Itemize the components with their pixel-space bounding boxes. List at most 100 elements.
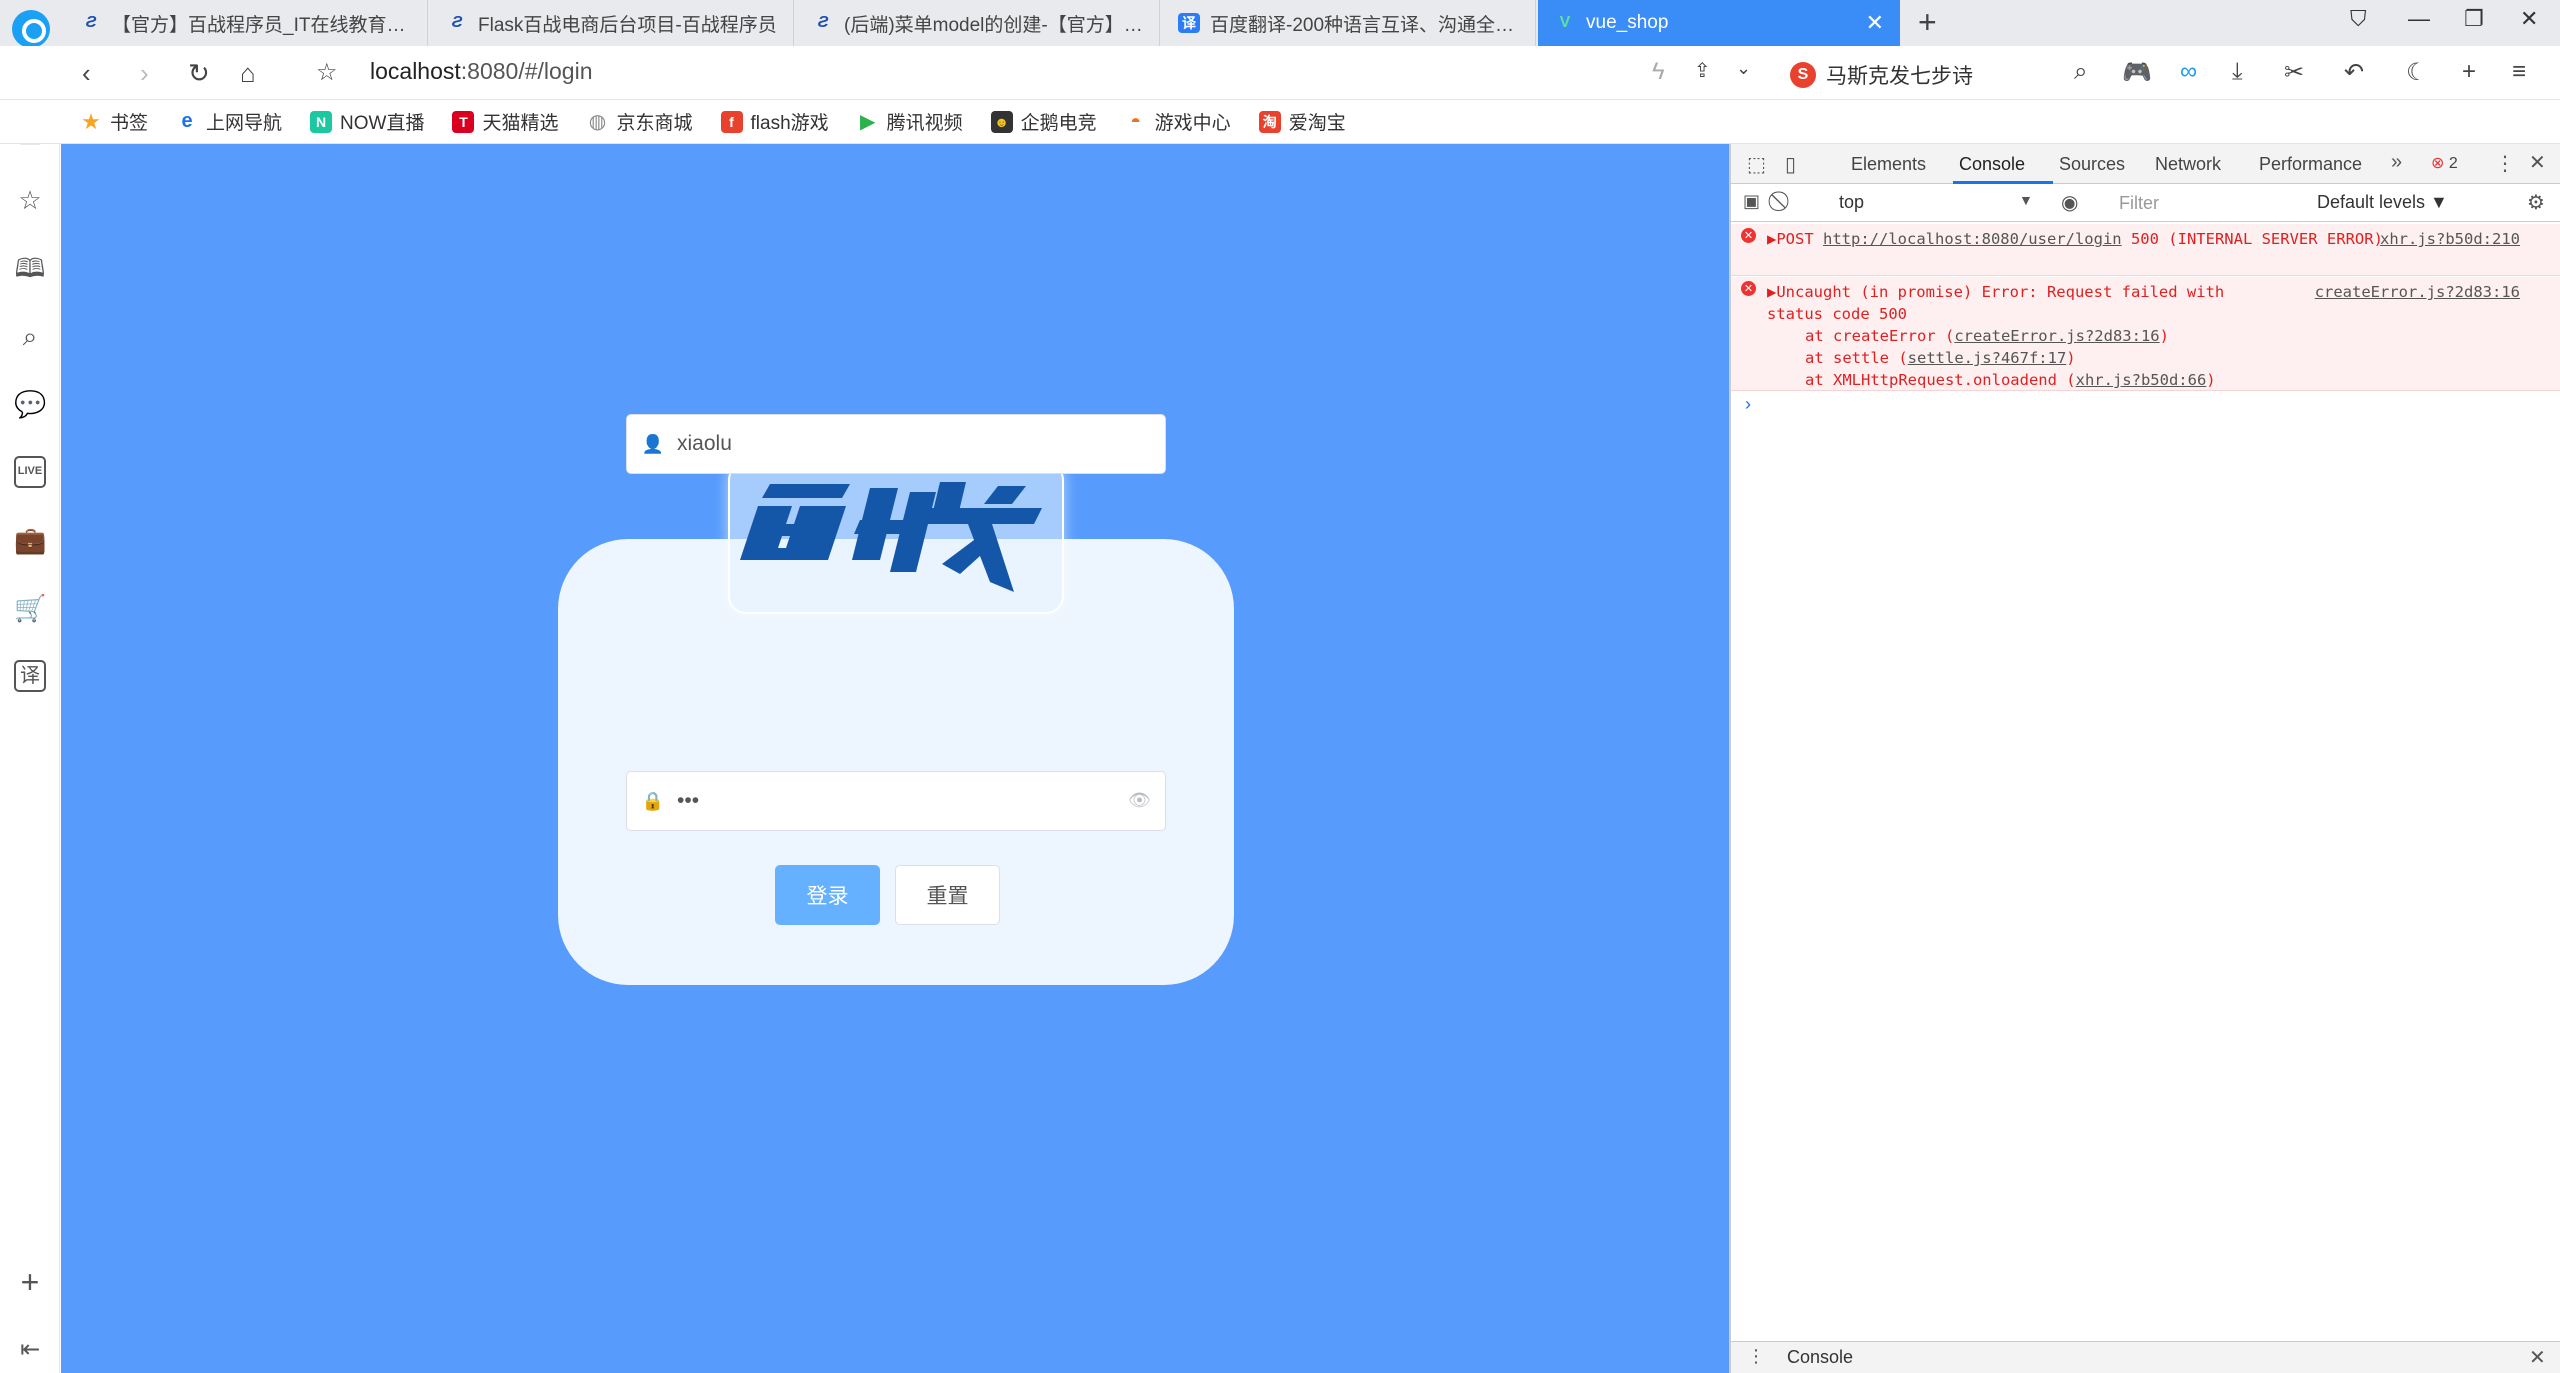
console-settings-gear-icon[interactable]: ⚙ <box>2527 190 2545 215</box>
bookmark-item[interactable]: ▶ 腾讯视频 <box>857 108 963 135</box>
bookmark-label: 天猫精选 <box>482 113 559 134</box>
bookmark-item[interactable]: N NOW直播 <box>310 108 424 135</box>
close-window-icon[interactable]: ✕ <box>2520 6 2538 32</box>
sidebar-toggle-icon[interactable]: ▣ <box>1743 191 1760 212</box>
request-url-link[interactable]: http://localhost:8080/user/login <box>1823 230 2122 248</box>
devtools-tab-console[interactable]: Console <box>1959 154 2025 175</box>
browser-tab[interactable]: Ƨ (后端)菜单model的创建-【官方】百战程序员 <box>796 0 1160 46</box>
bookmark-item[interactable]: ☻ 企鹅电竞 <box>990 108 1097 135</box>
new-tab-button[interactable]: + <box>1918 4 1937 41</box>
browser-tab-active[interactable]: V vue_shop ✕ <box>1538 0 1900 46</box>
show-password-eye-icon[interactable]: 👁 <box>1128 790 1151 811</box>
menu-icon[interactable]: ≡ <box>2512 58 2526 86</box>
translate-icon[interactable]: 译 <box>14 660 46 692</box>
briefcase-icon[interactable]: 💼 <box>14 524 46 556</box>
live-expression-eye-icon[interactable]: ◉ <box>2061 190 2078 215</box>
download-icon[interactable]: ⤓ <box>2232 58 2243 86</box>
bookmark-item[interactable]: ★ 书签 <box>80 108 148 135</box>
browser-logo-icon[interactable] <box>12 10 50 48</box>
error-count-badge[interactable]: ⊗ 2 <box>2431 153 2458 173</box>
devtools-tab-elements[interactable]: Elements <box>1851 154 1926 175</box>
bookmark-label: 上网导航 <box>206 113 283 134</box>
globe-icon: ◍ <box>588 111 607 133</box>
devtools-menu-icon[interactable]: ⋮ <box>2495 151 2515 176</box>
context-chevron-icon[interactable]: ▼ <box>2019 192 2033 208</box>
close-devtools-icon[interactable]: ✕ <box>2529 150 2546 175</box>
device-toolbar-icon[interactable]: ▯ <box>1785 152 1796 177</box>
forward-icon[interactable]: › <box>140 58 149 88</box>
source-link[interactable]: createError.js?2d83:16 <box>2315 281 2520 303</box>
collapse-sidebar-icon[interactable]: ⇤ <box>14 1334 46 1366</box>
chat-bubble-icon[interactable]: 💬 <box>14 388 46 420</box>
inspect-element-icon[interactable]: ⬚ <box>1747 152 1766 177</box>
stack-text: at XMLHttpRequest.onloadend ( <box>1805 371 2076 389</box>
log-levels-dropdown[interactable]: Default levels ▼ <box>2317 192 2448 213</box>
search-icon[interactable]: ⌕ <box>2074 58 2087 86</box>
drawer-menu-icon[interactable]: ⋮ <box>1747 1346 1765 1367</box>
devtools-tab-performance[interactable]: Performance <box>2259 154 2362 175</box>
tencent-video-icon: ▶ <box>859 111 876 133</box>
source-link[interactable]: xhr.js?b50d:210 <box>2380 228 2520 250</box>
bookmark-item[interactable]: T 天猫精选 <box>452 108 558 135</box>
bookmark-item[interactable]: ◓ 游戏中心 <box>1125 108 1230 135</box>
restore-icon[interactable]: ❐ <box>2464 6 2484 32</box>
stack-link[interactable]: settle.js?467f:17 <box>1908 349 2067 367</box>
sidebar-add-icon[interactable]: + <box>14 1266 46 1298</box>
share-icon[interactable]: ⇪ <box>1694 58 1711 83</box>
password-input[interactable]: 🔒 ••• 👁 <box>626 771 1166 831</box>
stack-link[interactable]: xhr.js?b50d:66 <box>2076 371 2207 389</box>
more-tabs-chevron-icon[interactable]: » <box>2391 151 2402 174</box>
gamepad-icon[interactable]: 🎮 <box>2122 58 2152 87</box>
shirt-skin-icon[interactable]: ⛉ <box>2350 6 2367 32</box>
sogou-search-icon: S <box>1790 62 1816 88</box>
console-filter-input[interactable]: Filter <box>2111 190 2311 218</box>
error-count: 2 <box>2448 155 2458 172</box>
search-box[interactable]: S 马斯克发七步诗 <box>1790 60 1973 90</box>
chevron-down-icon[interactable]: ⌄ <box>1736 58 1751 79</box>
sidebar-search-icon[interactable]: ⌕ <box>14 320 46 352</box>
console-prompt-icon[interactable]: › <box>1745 394 1751 415</box>
scissors-icon[interactable]: ✂ <box>2284 58 2304 87</box>
back-icon[interactable]: ‹ <box>82 58 91 88</box>
drawer-title[interactable]: Console <box>1787 1347 1853 1368</box>
browser-sidebar: ▤ ☆ 🕮 ⌕ 💬 LIVE 💼 🛒 译 + ⇤ <box>0 100 60 1373</box>
reset-button[interactable]: 重置 <box>895 865 1000 925</box>
password-value: ••• <box>677 789 700 812</box>
bookmark-star-icon[interactable]: ☆ <box>316 58 338 88</box>
login-button[interactable]: 登录 <box>775 865 880 925</box>
home-icon[interactable]: ⌂ <box>240 58 256 88</box>
undo-icon[interactable]: ↶ <box>2344 58 2364 87</box>
reading-book-icon[interactable]: 🕮 <box>14 252 46 284</box>
error-icon: ✕ <box>1741 228 1756 243</box>
favorites-star-icon[interactable]: ☆ <box>14 184 46 216</box>
penguin-icon: ☻ <box>990 110 1013 133</box>
browser-tab[interactable]: Ƨ 【官方】百战程序员_IT在线教育培训机构 <box>64 0 428 46</box>
devtools-tab-network[interactable]: Network <box>2155 154 2221 175</box>
baizhan-icon: Ƨ <box>451 14 463 31</box>
error-icon: ✕ <box>1741 281 1756 296</box>
close-drawer-icon[interactable]: ✕ <box>2529 1345 2546 1370</box>
reload-icon[interactable]: ↻ <box>188 58 210 88</box>
bookmark-item[interactable]: 淘爱淘宝 <box>1258 108 1346 135</box>
username-input[interactable]: 👤 xiaolu <box>626 414 1166 474</box>
devtools-tab-sources[interactable]: Sources <box>2059 154 2125 175</box>
live-icon[interactable]: LIVE <box>14 456 46 488</box>
lightning-icon[interactable]: ϟ <box>1652 58 1665 86</box>
stack-text: at settle ( <box>1805 349 1908 367</box>
page-viewport: 👤 xiaolu 🔒 ••• 👁 登录 重置 <box>61 144 1729 1373</box>
bookmark-item[interactable]: ◍ 京东商城 <box>586 108 693 135</box>
browser-tab[interactable]: 译 百度翻译-200种语言互译、沟通全世界！ <box>1162 0 1536 46</box>
cart-icon[interactable]: 🛒 <box>14 592 46 624</box>
bookmark-item[interactable]: e 上网导航 <box>176 108 282 135</box>
add-icon[interactable]: + <box>2462 58 2476 86</box>
bookmark-label: 腾讯视频 <box>886 113 963 134</box>
close-tab-icon[interactable]: ✕ <box>1866 10 1884 36</box>
context-selector[interactable]: top <box>1839 192 2039 213</box>
minimize-icon[interactable]: — <box>2408 6 2430 32</box>
browser-tab[interactable]: Ƨ Flask百战电商后台项目-百战程序员 <box>430 0 794 46</box>
url-field[interactable]: localhost:8080/#/login <box>370 58 593 85</box>
night-mode-icon[interactable]: ☾ <box>2406 58 2428 87</box>
stack-link[interactable]: createError.js?2d83:16 <box>1954 327 2159 345</box>
bookmark-item[interactable]: f flash游戏 <box>720 108 829 135</box>
infinity-icon[interactable]: ∞ <box>2180 58 2197 86</box>
